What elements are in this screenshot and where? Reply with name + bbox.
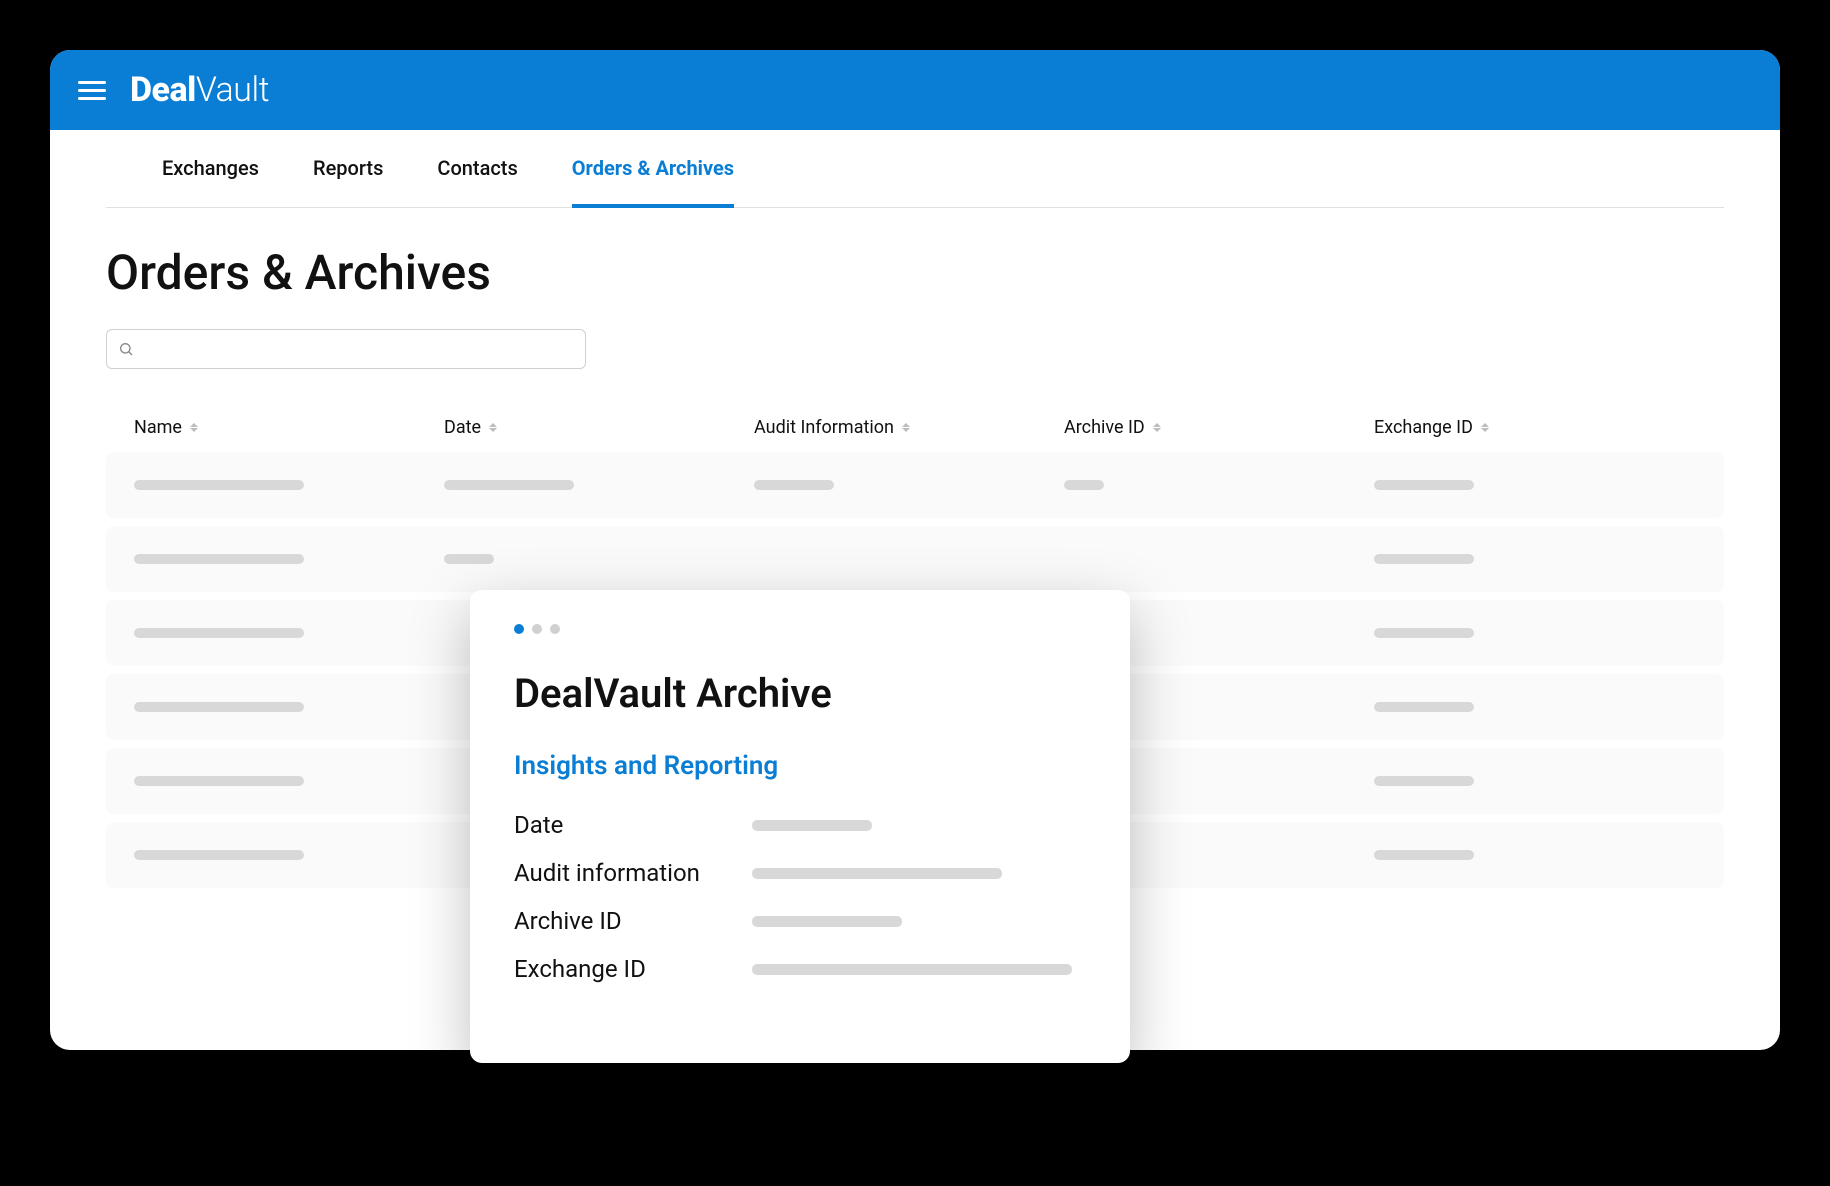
- search-icon: [118, 341, 134, 357]
- popup-field-date: Date: [514, 811, 1086, 839]
- brand-light: Vault: [196, 70, 269, 110]
- nav-tabs: Exchanges Reports Contacts Orders & Arch…: [106, 130, 1724, 208]
- popup-label: Date: [514, 811, 724, 839]
- skeleton: [1374, 480, 1474, 490]
- skeleton: [1064, 480, 1104, 490]
- search-input[interactable]: [106, 329, 586, 369]
- column-label: Audit Information: [754, 417, 894, 438]
- sort-icon: [1153, 423, 1161, 432]
- skeleton: [1374, 776, 1474, 786]
- skeleton: [134, 480, 304, 490]
- archive-popup: DealVault Archive Insights and Reporting…: [470, 590, 1130, 1063]
- table-row[interactable]: [106, 452, 1724, 518]
- skeleton: [1374, 628, 1474, 638]
- search-wrap: [106, 329, 586, 369]
- table-header: Name Date Audit Information Archive ID E…: [106, 403, 1724, 452]
- tab-exchanges[interactable]: Exchanges: [162, 130, 259, 208]
- column-date[interactable]: Date: [444, 417, 754, 438]
- menu-icon[interactable]: [74, 77, 110, 104]
- skeleton: [1374, 554, 1474, 564]
- sort-icon: [902, 423, 910, 432]
- column-label: Exchange ID: [1374, 417, 1473, 438]
- column-name[interactable]: Name: [134, 417, 444, 438]
- skeleton: [134, 702, 304, 712]
- skeleton: [752, 820, 872, 831]
- header-bar: DealVault: [50, 50, 1780, 130]
- skeleton: [134, 628, 304, 638]
- popup-title: DealVault Archive: [514, 670, 1086, 717]
- skeleton: [444, 480, 574, 490]
- column-archive-id[interactable]: Archive ID: [1064, 417, 1374, 438]
- table-row[interactable]: [106, 526, 1724, 592]
- column-label: Date: [444, 417, 481, 438]
- carousel-dots[interactable]: [514, 624, 1086, 634]
- skeleton: [752, 964, 1072, 975]
- skeleton: [752, 916, 902, 927]
- sort-icon: [489, 423, 497, 432]
- skeleton: [134, 554, 304, 564]
- skeleton: [754, 480, 834, 490]
- skeleton: [1374, 850, 1474, 860]
- column-exchange-id[interactable]: Exchange ID: [1374, 417, 1696, 438]
- tab-reports[interactable]: Reports: [313, 130, 383, 208]
- sort-icon: [1481, 423, 1489, 432]
- column-label: Archive ID: [1064, 417, 1145, 438]
- skeleton: [444, 554, 494, 564]
- popup-field-audit: Audit information: [514, 859, 1086, 887]
- column-label: Name: [134, 417, 182, 438]
- dot-active[interactable]: [514, 624, 524, 634]
- brand-logo: DealVault: [130, 70, 269, 110]
- popup-subtitle: Insights and Reporting: [514, 751, 1086, 781]
- popup-field-exchange-id: Exchange ID: [514, 955, 1086, 983]
- brand-bold: Deal: [130, 70, 196, 110]
- tab-orders-archives[interactable]: Orders & Archives: [572, 130, 734, 208]
- sort-icon: [190, 423, 198, 432]
- popup-label: Audit information: [514, 859, 724, 887]
- skeleton: [134, 776, 304, 786]
- skeleton: [1374, 702, 1474, 712]
- popup-label: Archive ID: [514, 907, 724, 935]
- column-audit[interactable]: Audit Information: [754, 417, 1064, 438]
- tab-contacts[interactable]: Contacts: [437, 130, 517, 208]
- dot[interactable]: [550, 624, 560, 634]
- page-title: Orders & Archives: [106, 244, 1724, 301]
- popup-field-archive-id: Archive ID: [514, 907, 1086, 935]
- skeleton: [134, 850, 304, 860]
- popup-label: Exchange ID: [514, 955, 724, 983]
- skeleton: [752, 868, 1002, 879]
- dot[interactable]: [532, 624, 542, 634]
